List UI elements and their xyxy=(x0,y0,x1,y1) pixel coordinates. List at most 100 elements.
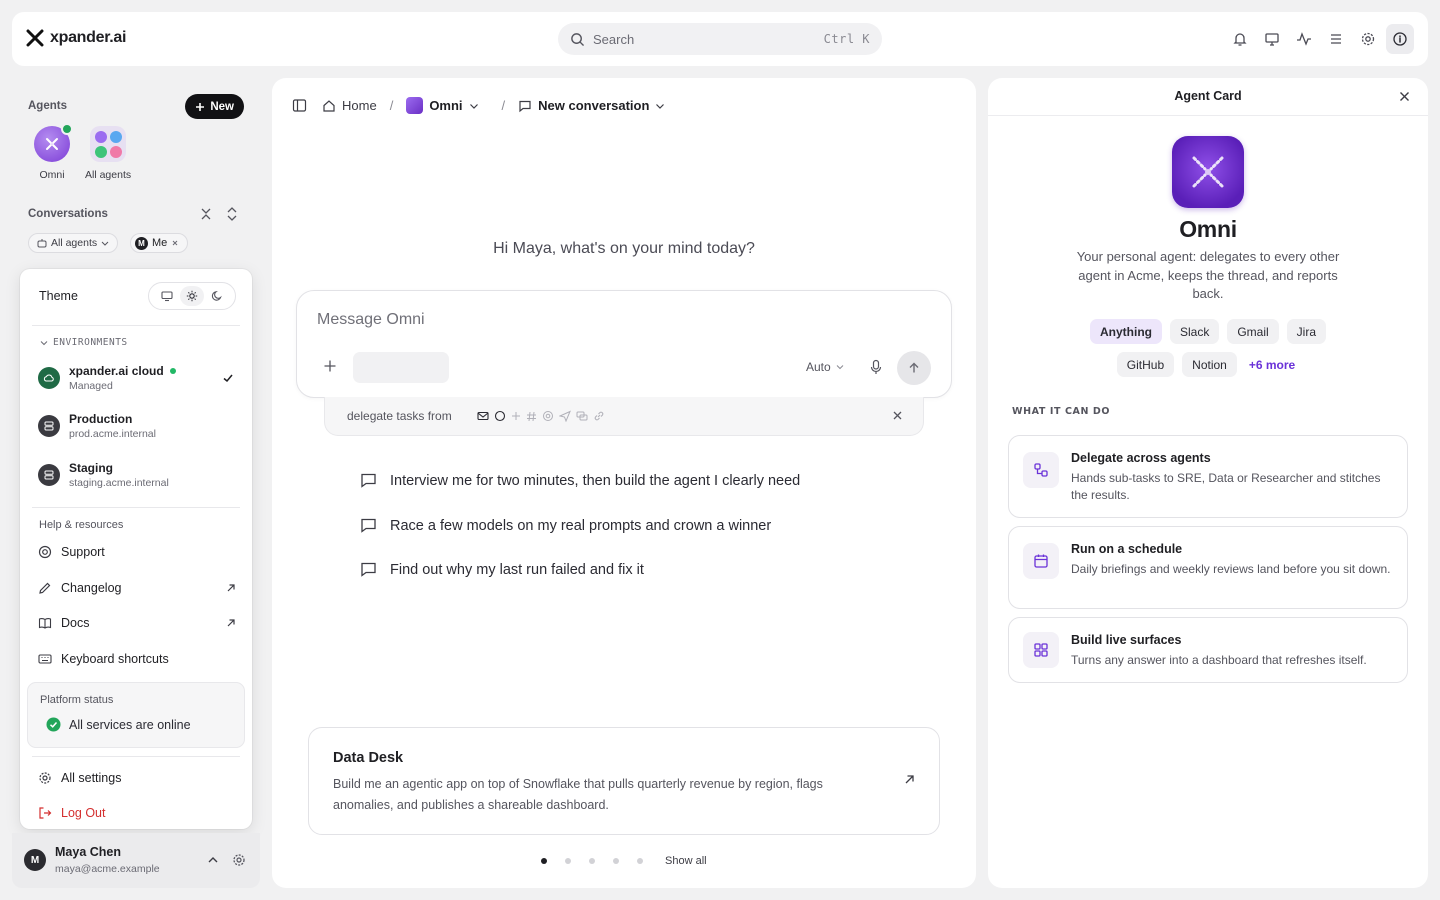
tag-more[interactable]: +6 more xyxy=(1245,352,1299,377)
top-icons xyxy=(1226,24,1414,54)
close-icon[interactable] xyxy=(1399,91,1410,102)
show-all-link[interactable]: Show all xyxy=(665,855,707,867)
new-button-label: New xyxy=(210,100,234,113)
menu-support[interactable]: Support xyxy=(38,545,236,559)
menu-all-settings[interactable]: All settings xyxy=(38,771,236,785)
tag-anything[interactable]: Anything xyxy=(1089,319,1162,344)
plus-icon[interactable] xyxy=(323,359,337,373)
bot-icon xyxy=(37,239,47,248)
suggestion-item[interactable]: Find out why my last run failed and fix … xyxy=(360,561,644,578)
menu-changelog[interactable]: Changelog xyxy=(38,581,236,595)
gear-icon[interactable] xyxy=(232,853,246,867)
bell-icon[interactable] xyxy=(1226,24,1254,54)
pager-dot[interactable] xyxy=(541,858,547,864)
message-composer[interactable]: Message Omni Auto xyxy=(296,290,952,398)
env-staging[interactable]: Staging staging.acme.internal xyxy=(38,461,169,489)
agent-label: All agents xyxy=(85,169,132,181)
monitor-icon[interactable] xyxy=(1258,24,1286,54)
gear-icon[interactable] xyxy=(1354,24,1382,54)
theme-dark-icon[interactable] xyxy=(205,286,229,306)
chat-bubble-icon xyxy=(519,100,531,112)
chevron-up-icon[interactable] xyxy=(208,855,218,865)
menu-logout[interactable]: Log Out xyxy=(38,806,236,820)
theme-label: Theme xyxy=(39,289,78,303)
microphone-icon[interactable] xyxy=(869,359,883,375)
breadcrumb-agent[interactable]: Omni xyxy=(406,97,478,114)
server-icon xyxy=(38,464,60,486)
capability-card: Build live surfaces Turns any answer int… xyxy=(1008,617,1408,683)
expand-icon[interactable] xyxy=(226,207,238,221)
menu-docs[interactable]: Docs xyxy=(38,616,236,630)
user-email: maya@acme.example xyxy=(55,863,160,875)
search-bar[interactable]: Search Ctrl K xyxy=(558,23,882,55)
env-xpander-cloud[interactable]: xpander.ai cloud Managed xyxy=(38,364,234,392)
message-input[interactable]: Message Omni xyxy=(317,311,425,329)
logout-icon xyxy=(39,807,52,819)
filter-label: All agents xyxy=(51,237,98,249)
pager-dot[interactable] xyxy=(613,858,619,864)
suggestion-item[interactable]: Race a few models on my real prompts and… xyxy=(360,517,771,534)
status-text: All services are online xyxy=(69,717,191,732)
model-label: Auto xyxy=(806,360,831,374)
chat-main: Home / Omni / New conversation Hi Maya, … xyxy=(272,78,976,888)
suggestion-item[interactable]: Interview me for two minutes, then build… xyxy=(360,472,800,489)
agent-name: Omni xyxy=(1179,216,1237,242)
menu-keyboard-shortcuts[interactable]: Keyboard shortcuts xyxy=(38,652,236,666)
env-production[interactable]: Production prod.acme.internal xyxy=(38,412,156,440)
featured-card[interactable]: Data Desk Build me an agentic app on top… xyxy=(308,727,940,835)
agent-description: Your personal agent: delegates to every … xyxy=(1076,249,1340,301)
gear-icon xyxy=(39,772,51,784)
online-dot xyxy=(61,123,73,135)
omni-avatar xyxy=(34,123,73,162)
agent-omni[interactable]: Omni xyxy=(34,123,73,181)
activity-icon[interactable] xyxy=(1290,24,1318,54)
menu-item-label: All settings xyxy=(61,771,122,785)
tag-github[interactable]: GitHub xyxy=(1116,352,1175,377)
tag-jira[interactable]: Jira xyxy=(1286,319,1327,344)
breadcrumb-separator: / xyxy=(501,98,506,113)
close-icon[interactable] xyxy=(892,410,903,421)
theme-light-icon[interactable] xyxy=(179,286,204,306)
mail-icon[interactable] xyxy=(477,410,489,422)
chat-icon[interactable] xyxy=(494,410,506,422)
menu-icon[interactable] xyxy=(1322,24,1350,54)
chevron-down-icon xyxy=(656,103,665,109)
tag-slack[interactable]: Slack xyxy=(1169,319,1220,344)
brand-logo[interactable]: xpander.ai xyxy=(26,29,126,47)
breadcrumb-agent-label: Omni xyxy=(429,98,463,113)
agent-all[interactable]: All agents xyxy=(85,126,131,181)
breadcrumb-conversation[interactable]: New conversation xyxy=(518,98,665,113)
at-icon[interactable] xyxy=(542,410,554,422)
theme-system-icon[interactable] xyxy=(155,286,179,306)
send-icon[interactable] xyxy=(559,410,571,422)
integration-tags: Anything Slack Gmail Jira GitHub Notion … xyxy=(1078,319,1338,377)
sidebar-toggle-icon[interactable] xyxy=(292,98,307,113)
attachment-placeholder[interactable] xyxy=(353,352,449,383)
breadcrumb-separator: / xyxy=(389,98,394,113)
link-icon[interactable] xyxy=(593,410,605,422)
chat-bubble-icon xyxy=(361,562,376,577)
pager-dot[interactable] xyxy=(565,858,571,864)
breadcrumb: Home / Omni / New conversation xyxy=(292,97,665,114)
messages-icon[interactable] xyxy=(576,410,588,422)
pager-dot[interactable] xyxy=(589,858,595,864)
hash-icon[interactable] xyxy=(526,411,537,422)
filter-me[interactable]: M Me xyxy=(130,233,189,253)
new-agent-button[interactable]: New xyxy=(185,94,244,119)
info-icon[interactable] xyxy=(1386,24,1414,54)
model-selector[interactable]: Auto xyxy=(806,360,844,374)
capability-title: Run on a schedule xyxy=(1071,542,1183,556)
breadcrumb-home[interactable]: Home xyxy=(322,98,377,113)
tag-notion[interactable]: Notion xyxy=(1182,352,1237,377)
sparkle-icon[interactable] xyxy=(511,411,521,421)
pager-dot[interactable] xyxy=(637,858,643,864)
user-footer[interactable]: M Maya Chen maya@acme.example xyxy=(12,833,260,888)
close-icon[interactable] xyxy=(171,239,179,247)
environments-heading[interactable]: ENVIRONMENTS xyxy=(40,337,128,348)
cloud-icon xyxy=(38,367,60,389)
filter-all-agents[interactable]: All agents xyxy=(28,233,119,253)
tag-gmail[interactable]: Gmail xyxy=(1227,319,1279,344)
collapse-icon[interactable] xyxy=(200,207,212,221)
send-button[interactable] xyxy=(897,351,931,385)
capability-card: Run on a schedule Daily briefings and we… xyxy=(1008,526,1408,609)
